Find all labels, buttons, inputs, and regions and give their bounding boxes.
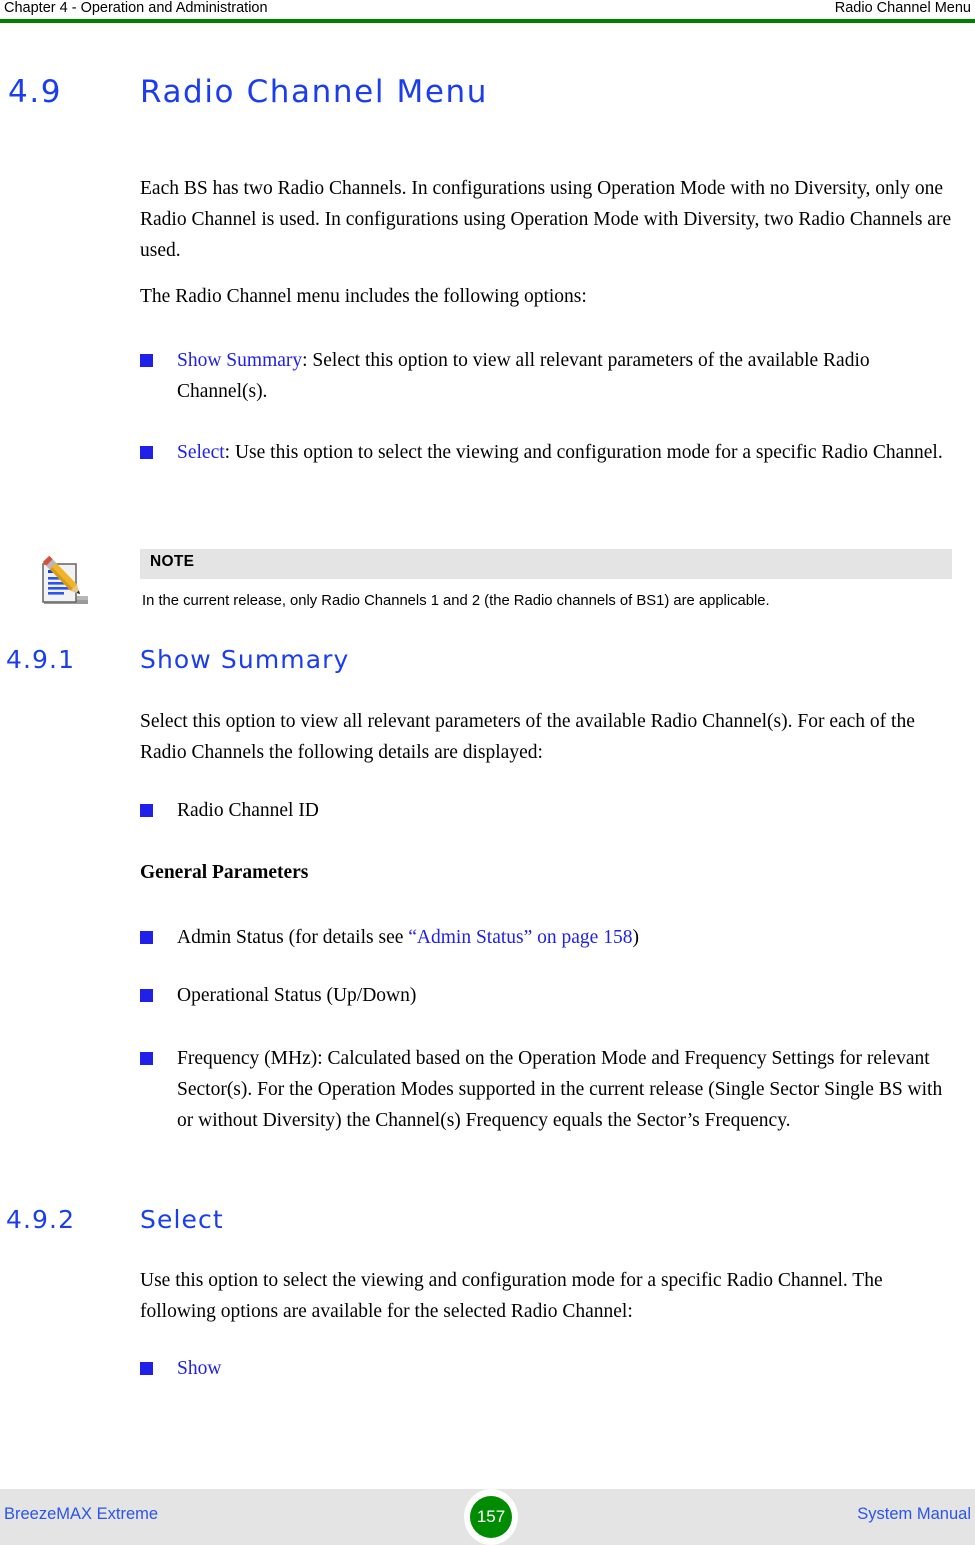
option-term-show-summary: Show Summary [177, 350, 303, 371]
options-lead-paragraph: The Radio Channel menu includes the foll… [140, 286, 587, 307]
section-title-4-9: Radio Channel Menu [140, 74, 489, 110]
subsection-number-4-9-1: 4.9.1 [6, 645, 76, 674]
page-number-badge: 157 [470, 1496, 512, 1538]
note-pencil-icon [36, 553, 94, 611]
note-label: NOTE [150, 553, 195, 570]
footer-document-name: System Manual [857, 1505, 971, 1523]
list-item: Frequency (MHz): Calculated based on the… [140, 1043, 952, 1136]
list-item-text: Frequency (MHz): Calculated based on the… [177, 1048, 943, 1131]
list-item: Radio Channel ID [140, 795, 952, 826]
subsection-title-4-9-1: Show Summary [140, 645, 350, 674]
section-number-4-9: 4.9 [8, 74, 63, 110]
list-item: Admin Status (for details see “Admin Sta… [140, 922, 952, 953]
bullet-square-icon [140, 804, 153, 817]
intro-paragraph: Each BS has two Radio Channels. In confi… [140, 178, 952, 261]
list-item: Show [140, 1353, 952, 1384]
bullet-square-icon [140, 446, 153, 459]
group-heading-general-parameters: General Parameters [140, 862, 309, 883]
subsection-number-4-9-2: 4.9.2 [6, 1205, 76, 1234]
bullet-square-icon [140, 354, 153, 367]
page-number: 157 [476, 1507, 506, 1526]
option-term-select: Select [177, 442, 225, 463]
list-item-text-show: Show [177, 1358, 222, 1379]
option-desc-select: : Use this option to select the viewing … [224, 442, 943, 463]
bullet-square-icon [140, 1052, 153, 1065]
note-header-bar: NOTE [140, 549, 952, 579]
admin-status-suffix: ) [632, 927, 639, 948]
admin-status-prefix: Admin Status (for details see [177, 927, 409, 948]
list-item-text: Select: Use this option to select the vi… [177, 437, 952, 468]
note-callout: NOTE In the current release, only Radio … [140, 549, 952, 611]
list-item-text: Show Summary: Select this option to view… [177, 345, 952, 407]
bullet-square-icon [140, 931, 153, 944]
list-item-text: Admin Status (for details see “Admin Sta… [177, 922, 952, 953]
subsection-title-4-9-2: Select [140, 1205, 224, 1234]
list-item: Show Summary: Select this option to view… [140, 345, 952, 407]
list-item: Select: Use this option to select the vi… [140, 437, 952, 468]
subsection-492-intro: Use this option to select the viewing an… [140, 1270, 883, 1322]
list-item-text: Operational Status (Up/Down) [177, 985, 417, 1006]
note-text: In the current release, only Radio Chann… [142, 593, 770, 609]
list-item: Operational Status (Up/Down) [140, 980, 952, 1011]
subsection-491-intro: Select this option to view all relevant … [140, 711, 915, 763]
cross-reference-link-admin-status[interactable]: “Admin Status” on page 158 [408, 927, 632, 948]
page-content: 4.9 Radio Channel Menu Each BS has two R… [0, 0, 975, 1460]
bullet-square-icon [140, 1362, 153, 1375]
list-item-text: Radio Channel ID [177, 800, 319, 821]
bullet-square-icon [140, 989, 153, 1002]
footer-product-name: BreezeMAX Extreme [4, 1505, 159, 1523]
